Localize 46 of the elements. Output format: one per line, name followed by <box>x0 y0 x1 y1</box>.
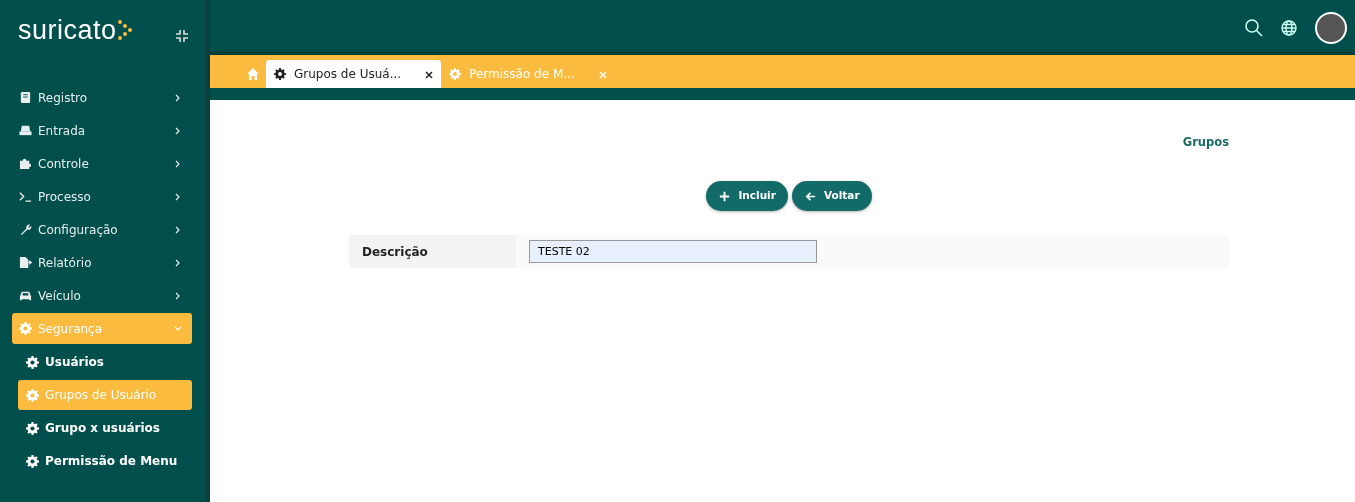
submenu-item[interactable]: Grupo x usuários <box>18 413 192 443</box>
action-button[interactable]: Voltar <box>791 181 872 212</box>
input-field[interactable]: TESTE 02 <box>529 240 817 264</box>
home-icon <box>246 67 260 81</box>
chevron-icon <box>174 292 182 300</box>
menu-item[interactable]: Processo <box>12 181 192 212</box>
action-button[interactable]: Incluir <box>706 181 788 212</box>
puzzle-icon <box>19 157 32 170</box>
menu-item[interactable]: Veículo <box>12 280 192 311</box>
submenu-item[interactable]: Permissão de Menu <box>18 446 192 476</box>
avatar[interactable] <box>1315 11 1347 44</box>
plus-icon <box>718 189 732 203</box>
chevron-icon <box>174 193 182 201</box>
car-icon <box>19 289 32 302</box>
globe-icon[interactable] <box>1281 19 1297 36</box>
gear-icon <box>19 322 32 335</box>
gear-icon <box>449 68 462 80</box>
tray-icon <box>19 124 32 137</box>
chevron-icon <box>174 160 182 168</box>
chevron-icon <box>174 259 182 267</box>
menu-item[interactable]: Configuração <box>12 214 192 245</box>
collapse-icon[interactable] <box>176 30 188 42</box>
chevron-icon <box>174 127 182 135</box>
gear-icon <box>26 355 39 369</box>
gear-icon <box>274 68 286 80</box>
file-icon <box>19 256 32 269</box>
wrench-icon <box>19 223 32 236</box>
chevron-icon <box>174 94 182 102</box>
search-icon[interactable] <box>1245 18 1263 37</box>
logo-text: suricato <box>18 14 117 47</box>
menu-item[interactable]: Relatório <box>12 247 192 278</box>
field-label: Descrição <box>349 235 516 269</box>
tab[interactable]: Grupos de Usuá... <box>266 60 442 88</box>
gear-icon <box>26 388 39 402</box>
menu-item[interactable]: Entrada <box>12 115 192 146</box>
submenu-item[interactable]: Usuários <box>18 347 192 377</box>
terminal-icon <box>19 190 32 203</box>
gear-icon <box>26 454 39 468</box>
chevron-icon <box>174 325 182 333</box>
page-title: Grupos <box>1181 134 1229 151</box>
menu-item[interactable]: Controle <box>12 148 192 179</box>
dots-logo-icon <box>116 19 133 42</box>
chevron-icon <box>174 226 182 234</box>
menu-item[interactable]: Registro <box>12 82 192 113</box>
book-icon <box>19 91 32 104</box>
gear-icon <box>26 421 39 435</box>
